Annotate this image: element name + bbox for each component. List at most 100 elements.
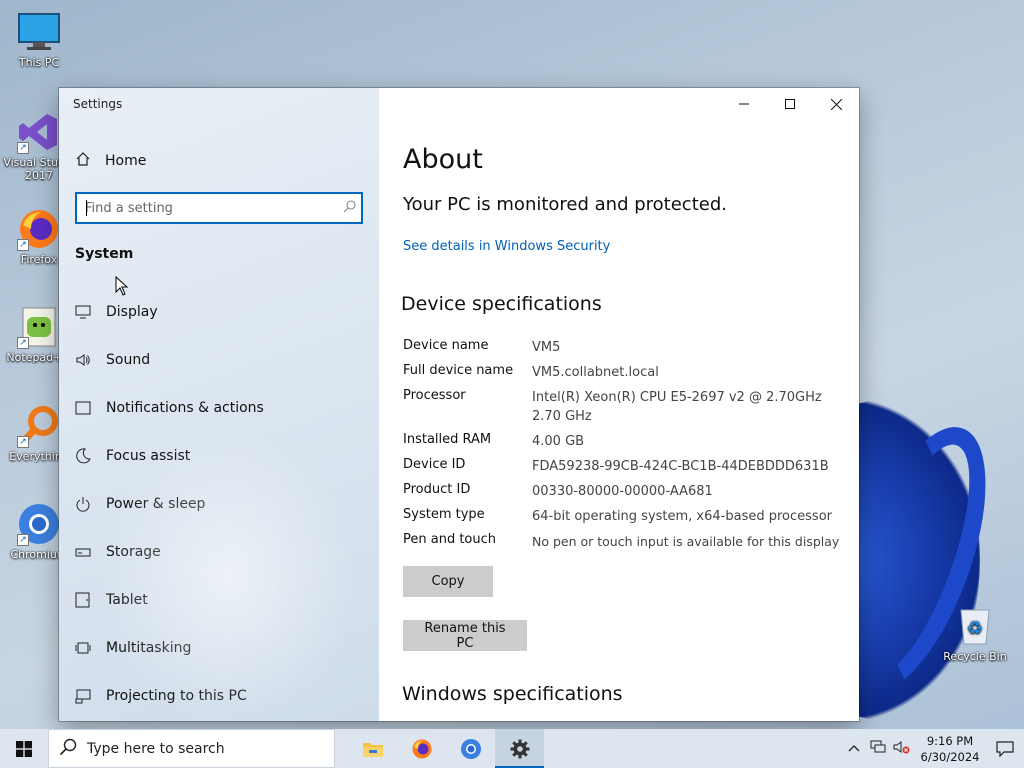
shortcut-arrow-icon: ↗	[17, 436, 29, 448]
device-specs-table: Device name VM5 Full device name VM5.col…	[403, 338, 842, 557]
spec-row: Full device name VM5.collabnet.local	[403, 363, 842, 388]
device-specifications-heading: Device specifications	[401, 293, 602, 315]
start-button[interactable]	[0, 729, 48, 768]
spec-value: FDA59238-99CB-424C-BC1B-44DEBDDD631B	[532, 459, 829, 474]
everything-search-icon: ↗	[17, 404, 61, 448]
spec-key: Device ID	[403, 457, 466, 472]
shortcut-arrow-icon: ↗	[17, 239, 29, 251]
file-explorer-icon	[362, 742, 383, 757]
taskbar-firefox[interactable]	[397, 729, 446, 768]
taskbar-chromium[interactable]	[446, 729, 495, 768]
close-button[interactable]	[813, 88, 859, 120]
notifications-icon	[75, 400, 106, 416]
sidebar-item-projecting[interactable]: Projecting to this PC	[75, 672, 264, 720]
shortcut-arrow-icon: ↗	[17, 534, 29, 546]
sidebar-item-label: Focus assist	[106, 448, 191, 464]
windows-security-link[interactable]: See details in Windows Security	[403, 239, 610, 254]
sidebar-item-sound[interactable]: Sound	[75, 336, 264, 384]
taskbar-search-box[interactable]: Type here to search	[48, 729, 335, 768]
desktop-icon-recycle-bin[interactable]: ♻ Recycle Bin	[936, 604, 1014, 663]
spec-key: Product ID	[403, 482, 471, 497]
spec-value: Intel(R) Xeon(R) CPU E5-2697 v2 @ 2.70GH…	[532, 390, 822, 424]
notepad-plus-plus-icon: ↗	[17, 305, 61, 349]
gear-icon	[510, 739, 529, 758]
storage-icon	[75, 544, 106, 560]
sidebar-item-notifications[interactable]: Notifications & actions	[75, 384, 264, 432]
settings-search[interactable]	[75, 192, 363, 224]
sidebar-item-label: Projecting to this PC	[106, 688, 247, 704]
sidebar-item-focus-assist[interactable]: Focus assist	[75, 432, 264, 480]
volume-muted-icon[interactable]	[890, 740, 914, 758]
sidebar-item-power-sleep[interactable]: Power & sleep	[75, 480, 264, 528]
desktop-icon-label: This PC	[18, 56, 60, 69]
sidebar-item-display[interactable]: Display	[75, 288, 264, 336]
shortcut-arrow-icon: ↗	[17, 142, 29, 154]
sidebar-section-heading: System	[75, 246, 134, 262]
nav-home[interactable]: Home	[75, 151, 146, 171]
spec-key: System type	[403, 507, 485, 522]
tablet-icon	[75, 592, 106, 608]
search-input[interactable]	[77, 194, 337, 222]
search-icon[interactable]	[337, 199, 361, 217]
notification-icon	[996, 740, 1014, 757]
about-page: About Your PC is monitored and protected…	[379, 88, 859, 721]
sidebar-item-storage[interactable]: Storage	[75, 528, 264, 576]
moon-icon	[75, 448, 106, 464]
spec-value: 64-bit operating system, x64-based proce…	[532, 509, 832, 524]
spec-key: Pen and touch	[403, 532, 497, 547]
taskbar: Type here to search 9:16 PM 6/30/2024	[0, 729, 1024, 768]
text-caret	[86, 200, 87, 216]
minimize-button[interactable]	[721, 88, 767, 120]
desktop-icon-label: Recycle Bin	[943, 650, 1007, 663]
recycle-bin-icon: ♻	[953, 604, 997, 648]
sidebar-item-label: Multitasking	[106, 640, 192, 656]
copy-button[interactable]: Copy	[403, 566, 493, 597]
sidebar-item-tablet[interactable]: Tablet	[75, 576, 264, 624]
spec-key: Installed RAM	[403, 432, 492, 447]
maximize-button[interactable]	[767, 88, 813, 120]
sidebar-item-label: Power & sleep	[106, 496, 206, 512]
network-icon[interactable]	[866, 740, 890, 758]
desktop-icon-this-pc[interactable]: This PC	[0, 10, 78, 69]
taskbar-settings[interactable]	[495, 729, 544, 768]
taskbar-clock[interactable]: 9:16 PM 6/30/2024	[914, 733, 986, 765]
page-title: About	[403, 144, 483, 175]
sidebar-item-label: Notifications & actions	[106, 400, 264, 416]
sidebar-item-label: Storage	[106, 544, 161, 560]
window-title: Settings	[73, 97, 123, 111]
sidebar-item-label: Display	[106, 304, 158, 320]
chevron-up-icon[interactable]	[842, 741, 866, 756]
sidebar-nav: Display Sound Notifications & actions Fo…	[75, 288, 264, 720]
taskbar-file-explorer[interactable]	[348, 729, 397, 768]
sidebar-item-label: Sound	[106, 352, 151, 368]
system-tray: 9:16 PM 6/30/2024	[842, 729, 1024, 768]
clock-time: 9:16 PM	[926, 733, 974, 748]
spec-row: Pen and touch No pen or touch input is a…	[403, 532, 842, 557]
multitasking-icon	[75, 640, 106, 656]
spec-row: Processor Intel(R) Xeon(R) CPU E5-2697 v…	[403, 388, 842, 432]
spec-value: VM5.collabnet.local	[532, 365, 659, 380]
rename-pc-button[interactable]: Rename this PC	[403, 620, 527, 651]
visual-studio-icon: ↗	[17, 110, 61, 154]
search-icon	[49, 738, 87, 760]
spec-value: VM5	[532, 340, 561, 355]
spec-key: Processor	[403, 388, 466, 403]
spec-value: 00330-80000-00000-AA681	[532, 484, 713, 499]
sidebar-item-multitasking[interactable]: Multitasking	[75, 624, 264, 672]
svg-text:♻: ♻	[967, 618, 983, 639]
protection-status: Your PC is monitored and protected.	[403, 194, 727, 215]
action-center-button[interactable]	[986, 729, 1024, 768]
spec-value: 4.00 GB	[532, 434, 585, 449]
monitor-icon	[17, 10, 61, 54]
window-controls	[721, 88, 859, 120]
spec-key: Full device name	[403, 363, 514, 378]
firefox-icon	[412, 739, 431, 758]
shortcut-arrow-icon: ↗	[17, 337, 29, 349]
nav-home-label: Home	[105, 153, 147, 169]
taskbar-search-placeholder: Type here to search	[87, 740, 225, 757]
settings-window: Settings Home System Display Sound	[59, 88, 859, 721]
spec-row: Installed RAM 4.00 GB	[403, 432, 842, 457]
firefox-icon: ↗	[17, 207, 61, 251]
windows-logo-icon	[16, 740, 32, 757]
display-icon	[75, 304, 106, 320]
